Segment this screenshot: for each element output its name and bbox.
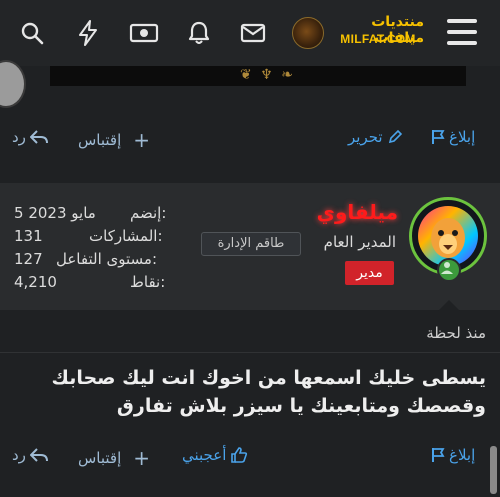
money-icon[interactable] xyxy=(128,20,160,46)
like-link[interactable]: أعجبني xyxy=(182,446,248,464)
posts-value: 131 xyxy=(14,227,43,245)
reply-arrow-icon xyxy=(29,448,48,462)
menu-icon[interactable] xyxy=(447,19,477,45)
lightning-icon[interactable] xyxy=(75,20,101,46)
report-link[interactable]: إبلاغ xyxy=(431,446,475,464)
floating-scroll-button[interactable] xyxy=(0,60,26,108)
top-navbar: منتديات ميلفات MILFAT.COM xyxy=(0,0,500,66)
report-label: إبلاغ xyxy=(449,128,476,146)
quote-link[interactable]: إقتباس + xyxy=(78,446,150,470)
pencil-icon xyxy=(388,129,402,144)
post-timestamp[interactable]: منذ لحظة xyxy=(380,324,486,342)
joined-label: إنضم: xyxy=(130,204,167,222)
thumbs-up-icon xyxy=(231,447,248,463)
post-message: يسطى خليك اسمعها من اخوك انت ليك صحابك و… xyxy=(51,367,487,417)
quote-link[interactable]: إقتباس + xyxy=(78,128,150,152)
joined-value: 5 مايو 2023 xyxy=(14,204,96,222)
plus-icon: + xyxy=(133,128,151,152)
reactions-label: مستوى التفاعل: xyxy=(56,250,157,268)
edit-label: تحرير xyxy=(348,128,383,146)
reply-link[interactable]: رد xyxy=(12,128,48,146)
staff-badge: طاقم الإدارة xyxy=(201,232,301,256)
quote-label: إقتباس xyxy=(78,449,122,467)
points-label: نقاط: xyxy=(130,273,166,291)
username[interactable]: ميلفاوي xyxy=(280,200,398,224)
like-label: أعجبني xyxy=(182,446,227,464)
reply-arrow-icon xyxy=(29,130,48,144)
report-link[interactable]: إبلاغ xyxy=(431,128,475,146)
previous-post-actions: إبلاغ تحرير إقتباس + رد xyxy=(0,128,500,158)
search-icon[interactable] xyxy=(19,20,45,46)
plus-icon: + xyxy=(133,446,151,470)
report-label: إبلاغ xyxy=(449,446,476,464)
post-divider xyxy=(0,352,500,353)
post-actions: إبلاغ أعجبني إقتباس + رد xyxy=(0,446,500,476)
bell-icon[interactable] xyxy=(186,20,212,46)
scrollbar-thumb[interactable] xyxy=(490,446,497,494)
points-value: 4,210 xyxy=(14,273,57,291)
avatar-pointer-arrow xyxy=(438,300,460,311)
envelope-icon[interactable] xyxy=(240,20,266,46)
quote-label: إقتباس xyxy=(78,131,122,149)
site-logo-domain[interactable]: MILFAT.COM xyxy=(338,32,418,46)
role-badge: مدير xyxy=(345,261,394,285)
posts-label: المشاركات: xyxy=(89,227,163,245)
edit-link[interactable]: تحرير xyxy=(348,128,403,146)
site-logo-emblem[interactable] xyxy=(292,17,324,49)
reply-label: رد xyxy=(12,128,26,146)
reactions-value: 127 xyxy=(14,250,43,268)
signature-banner-image: ❦ ♆ ❧ xyxy=(50,66,466,86)
reply-label: رد xyxy=(12,446,26,464)
reply-link[interactable]: رد xyxy=(12,446,48,464)
online-status-icon xyxy=(437,258,461,282)
user-title: المدير العام xyxy=(323,233,396,251)
